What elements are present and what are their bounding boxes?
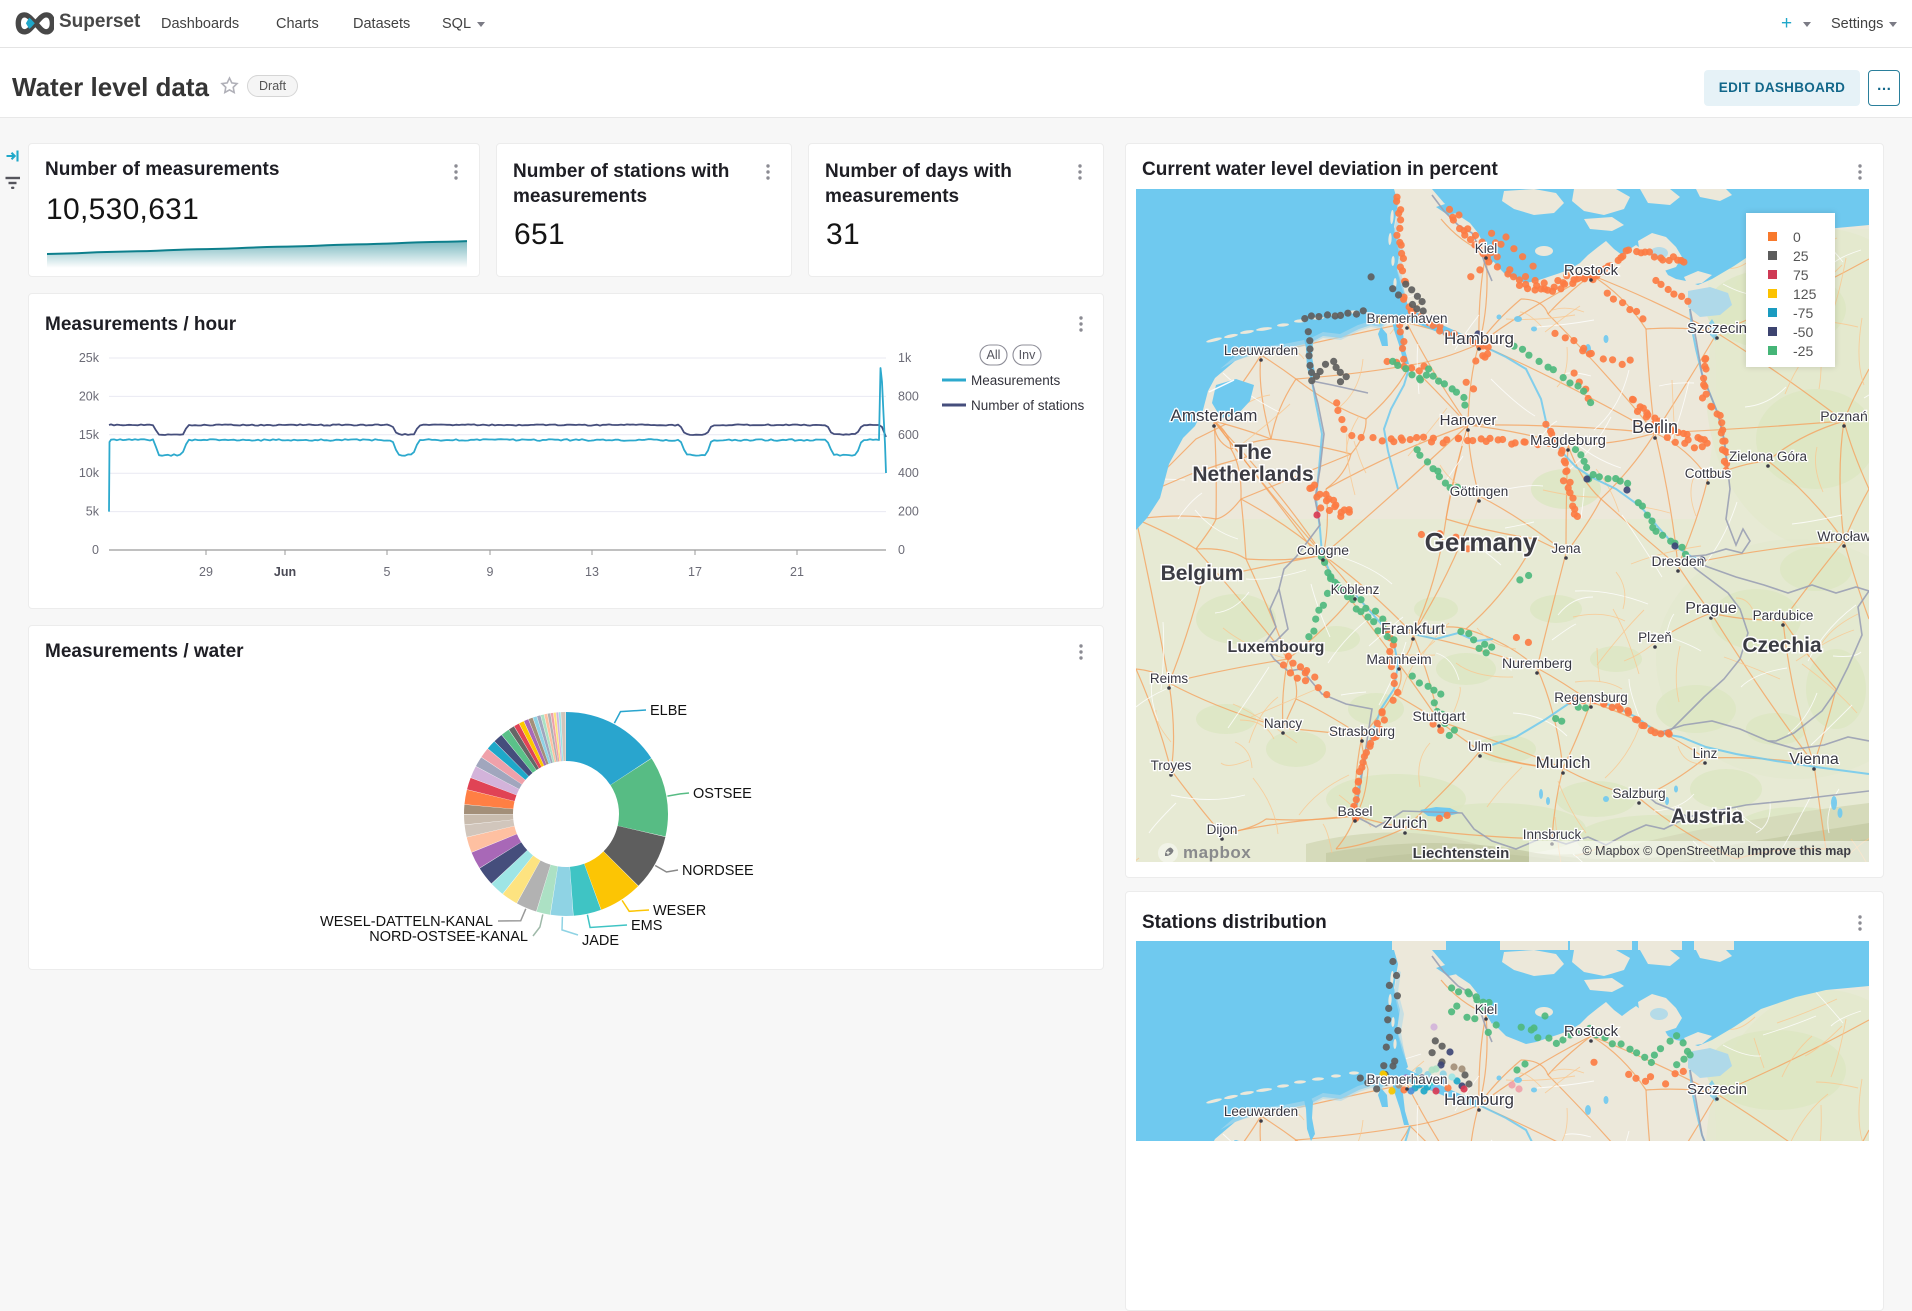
svg-text:Bremerhaven: Bremerhaven	[1366, 1072, 1447, 1087]
svg-text:Berlin: Berlin	[1632, 417, 1678, 437]
svg-text:Czechia: Czechia	[1742, 634, 1822, 657]
svg-text:Bremerhaven: Bremerhaven	[1366, 311, 1447, 326]
svg-text:Zielona Góra: Zielona Góra	[1729, 449, 1808, 464]
svg-text:Luxembourg: Luxembourg	[1228, 639, 1325, 656]
svg-text:Rostock: Rostock	[1564, 262, 1619, 279]
svg-text:The: The	[1234, 441, 1271, 464]
svg-text:200: 200	[898, 505, 919, 519]
svg-text:Munich: Munich	[1536, 753, 1591, 772]
svg-text:10k: 10k	[79, 466, 100, 480]
svg-text:Number of stations: Number of stations	[971, 398, 1085, 413]
svg-text:Dijon: Dijon	[1207, 822, 1238, 837]
svg-text:Wrocław: Wrocław	[1817, 528, 1869, 544]
svg-text:WESEL-DATTELN-KANAL: WESEL-DATTELN-KANAL	[320, 914, 493, 930]
svg-text:Innsbruck: Innsbruck	[1523, 827, 1582, 842]
svg-text:Measurements: Measurements	[971, 373, 1061, 388]
svg-text:0: 0	[92, 543, 99, 557]
svg-text:Austria: Austria	[1671, 805, 1744, 828]
svg-text:17: 17	[688, 565, 702, 579]
svg-text:Belgium: Belgium	[1161, 562, 1244, 585]
svg-text:Cologne: Cologne	[1297, 542, 1349, 558]
svg-text:Linz: Linz	[1693, 746, 1718, 761]
svg-text:Hamburg: Hamburg	[1444, 329, 1514, 348]
svg-text:Szczecin: Szczecin	[1687, 320, 1747, 337]
svg-text:Salzburg: Salzburg	[1612, 786, 1665, 801]
svg-text:Strasbourg: Strasbourg	[1329, 724, 1395, 739]
svg-text:Vienna: Vienna	[1789, 751, 1839, 768]
svg-text:Nancy: Nancy	[1264, 716, 1303, 731]
svg-text:Hamburg: Hamburg	[1444, 1090, 1514, 1109]
svg-text:Netherlands: Netherlands	[1192, 463, 1313, 486]
svg-text:Nuremberg: Nuremberg	[1502, 655, 1572, 671]
svg-text:Basel: Basel	[1337, 803, 1372, 819]
svg-text:21: 21	[790, 565, 804, 579]
svg-text:NORDSEE: NORDSEE	[682, 863, 754, 879]
svg-text:29: 29	[199, 565, 213, 579]
svg-text:20k: 20k	[79, 389, 100, 403]
svg-text:Dresden: Dresden	[1652, 553, 1705, 569]
svg-text:Zurich: Zurich	[1383, 815, 1427, 832]
svg-text:Germany: Germany	[1425, 527, 1538, 557]
svg-text:400: 400	[898, 466, 919, 480]
svg-text:13: 13	[585, 565, 599, 579]
svg-text:9: 9	[487, 565, 494, 579]
svg-text:NORD-OSTSEE-KANAL: NORD-OSTSEE-KANAL	[369, 929, 528, 945]
svg-text:All: All	[987, 348, 1001, 362]
svg-text:Rostock: Rostock	[1564, 1023, 1619, 1040]
svg-text:Regensburg: Regensburg	[1554, 690, 1628, 705]
svg-text:Troyes: Troyes	[1151, 758, 1192, 773]
svg-text:Magdeburg: Magdeburg	[1530, 432, 1606, 449]
svg-text:EMS: EMS	[631, 918, 662, 934]
svg-text:Reims: Reims	[1150, 671, 1189, 686]
svg-text:Cottbus: Cottbus	[1685, 466, 1732, 481]
svg-text:Poznań: Poznań	[1820, 408, 1867, 424]
svg-text:Mannheim: Mannheim	[1366, 651, 1431, 667]
svg-text:OSTSEE: OSTSEE	[693, 786, 752, 802]
svg-text:Inv: Inv	[1019, 348, 1036, 362]
svg-text:Göttingen: Göttingen	[1450, 484, 1509, 499]
svg-text:Kiel: Kiel	[1475, 241, 1498, 256]
svg-text:Frankfurt: Frankfurt	[1381, 621, 1446, 638]
svg-text:Leeuwarden: Leeuwarden	[1224, 1104, 1298, 1119]
svg-text:Szczecin: Szczecin	[1687, 1081, 1747, 1098]
svg-text:JADE: JADE	[582, 933, 619, 949]
svg-text:Plzeň: Plzeň	[1638, 630, 1672, 645]
svg-text:5k: 5k	[86, 505, 100, 519]
svg-text:Prague: Prague	[1685, 600, 1737, 617]
svg-text:Jena: Jena	[1551, 541, 1581, 556]
svg-text:0: 0	[898, 543, 905, 557]
svg-text:Koblenz: Koblenz	[1331, 582, 1380, 597]
svg-text:Pardubice: Pardubice	[1753, 608, 1814, 623]
svg-text:Ulm: Ulm	[1468, 739, 1492, 754]
svg-text:Amsterdam: Amsterdam	[1171, 406, 1258, 425]
svg-text:800: 800	[898, 389, 919, 403]
svg-text:Stuttgart: Stuttgart	[1413, 708, 1466, 724]
svg-text:25k: 25k	[79, 351, 100, 365]
svg-text:1k: 1k	[898, 351, 912, 365]
svg-text:Jun: Jun	[274, 565, 296, 579]
svg-text:Hanover: Hanover	[1440, 412, 1497, 429]
svg-text:Leeuwarden: Leeuwarden	[1224, 343, 1298, 358]
svg-text:15k: 15k	[79, 428, 100, 442]
svg-text:Kiel: Kiel	[1475, 1002, 1498, 1017]
svg-text:600: 600	[898, 428, 919, 442]
svg-text:Liechtenstein: Liechtenstein	[1413, 845, 1510, 862]
svg-text:ELBE: ELBE	[650, 703, 687, 719]
svg-text:WESER: WESER	[653, 903, 706, 919]
svg-text:5: 5	[384, 565, 391, 579]
